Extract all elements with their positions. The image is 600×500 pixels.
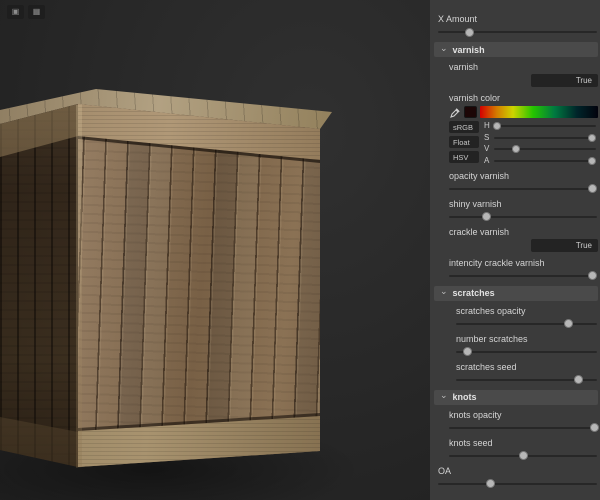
knots-opacity-label: knots opacity [449, 409, 502, 420]
slider-track [449, 187, 597, 190]
chevron-down-icon: ⌄ [440, 42, 448, 53]
shiny-varnish-label: shiny varnish [449, 198, 502, 209]
slider-knob[interactable] [574, 375, 584, 384]
varnish-color-label: varnish color [449, 93, 501, 103]
knots-seed-label: knots seed [449, 437, 493, 448]
slider-knob[interactable] [588, 133, 597, 142]
slider-track [494, 159, 596, 162]
knots-seed-slider[interactable] [449, 451, 597, 461]
app-window: ▣ ▦ X Amount ⌄ varnish varnish True varn… [0, 0, 600, 500]
slider-knob[interactable] [481, 212, 491, 221]
slider-knob[interactable] [465, 27, 475, 37]
float-button[interactable]: Float [449, 136, 479, 148]
x-amount-slider[interactable] [438, 27, 597, 37]
hue-slider[interactable] [492, 122, 596, 131]
intensity-crackle-label: intencity crackle varnish [449, 257, 545, 268]
section-title: varnish [452, 44, 485, 55]
srgb-button[interactable]: sRGB [449, 121, 479, 133]
oa-label: OA [438, 465, 452, 476]
slider-track [449, 215, 597, 218]
slider-track [438, 31, 597, 33]
slider-track [494, 148, 596, 150]
chevron-down-icon: ⌄ [440, 286, 448, 296]
section-title: knots [452, 392, 477, 402]
slider-track [449, 426, 597, 429]
slider-knob[interactable] [492, 122, 501, 130]
scratches-opacity-slider[interactable] [456, 319, 597, 329]
viewport-3d[interactable]: ▣ ▦ [0, 0, 430, 500]
slider-track [456, 322, 597, 325]
slider-track [456, 350, 597, 353]
hue-gradient-bar[interactable] [480, 106, 598, 118]
section-title: scratches [452, 288, 495, 298]
alpha-slider[interactable] [494, 156, 597, 165]
value-slider[interactable] [494, 145, 596, 154]
alpha-channel-label: A [484, 155, 490, 165]
color-picker-row [449, 106, 598, 118]
hsv-button[interactable]: HSV [449, 151, 479, 163]
viewport-toolbar: ▣ ▦ [7, 5, 45, 19]
crackle-toggle-button[interactable]: True [531, 238, 598, 252]
slider-knob[interactable] [518, 451, 528, 460]
camera-icon[interactable]: ▣ [7, 5, 24, 19]
slider-knob[interactable] [485, 479, 495, 488]
opacity-varnish-label: opacity varnish [449, 170, 510, 181]
section-header-scratches[interactable]: ⌄ scratches [434, 285, 598, 301]
hue-channel-label: H [484, 121, 490, 130]
slider-track [449, 274, 597, 277]
scratches-seed-label: scratches seed [456, 361, 517, 372]
eyedropper-icon[interactable] [449, 106, 461, 118]
crackle-varnish-label: crackle varnish [449, 226, 510, 237]
chevron-down-icon: ⌄ [440, 390, 448, 400]
slider-knob[interactable] [588, 156, 597, 165]
slider-track [494, 125, 596, 127]
slider-knob[interactable] [588, 184, 598, 193]
slider-knob[interactable] [564, 319, 574, 328]
color-swatch[interactable] [464, 106, 477, 118]
oa-slider[interactable] [438, 479, 597, 489]
section-header-knots[interactable]: ⌄ knots [434, 389, 598, 405]
number-scratches-label: number scratches [456, 333, 528, 344]
slider-track [494, 136, 596, 139]
slider-knob[interactable] [588, 271, 598, 280]
x-amount-label: X Amount [438, 14, 478, 24]
opacity-varnish-slider[interactable] [449, 184, 598, 194]
knots-opacity-slider[interactable] [449, 423, 599, 433]
intensity-crackle-slider[interactable] [449, 271, 598, 281]
properties-panel: X Amount ⌄ varnish varnish True varnish … [430, 0, 600, 500]
value-channel-label: V [484, 144, 490, 153]
view-mode-icon[interactable]: ▦ [28, 5, 45, 19]
color-controls: sRGB Float HSV H S V A [449, 121, 597, 166]
slider-knob[interactable] [462, 347, 472, 356]
saturation-slider[interactable] [494, 133, 597, 142]
slider-knob[interactable] [589, 423, 599, 432]
slider-track [438, 482, 597, 485]
slider-knob[interactable] [511, 145, 520, 153]
scratches-opacity-label: scratches opacity [456, 305, 526, 316]
shiny-varnish-slider[interactable] [449, 212, 597, 222]
scratches-seed-slider[interactable] [456, 375, 597, 385]
saturation-channel-label: S [484, 132, 490, 142]
number-scratches-slider[interactable] [456, 347, 597, 357]
varnish-toggle-label: varnish [449, 62, 479, 72]
varnish-toggle-button[interactable]: True [531, 74, 598, 87]
section-header-varnish[interactable]: ⌄ varnish [434, 42, 598, 57]
